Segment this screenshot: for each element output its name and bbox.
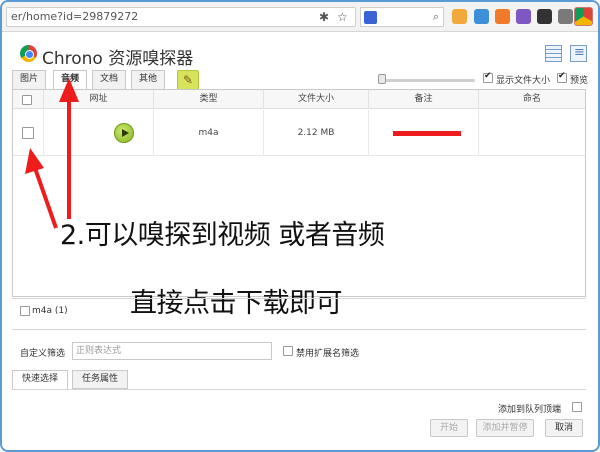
url-cell [43, 110, 153, 156]
list-view-icon[interactable] [570, 45, 587, 62]
name-cell [478, 110, 585, 156]
chrono-extension-icon[interactable] [574, 7, 593, 26]
star-icon[interactable]: ☆ [337, 8, 348, 26]
tab-quick-select[interactable]: 快速选择 [12, 370, 68, 390]
annotation-line-1: 2.可以嗅探到视频 或者音频 [60, 220, 385, 251]
thumbnail-size-slider[interactable] [380, 79, 475, 82]
disable-ext-filter-checkbox[interactable] [283, 346, 293, 356]
annotation-line-2: 直接点击下载即可 [130, 288, 343, 319]
extension-icon-4[interactable] [516, 9, 531, 24]
preview-checkbox[interactable] [557, 71, 567, 83]
cancel-button[interactable]: 取消 [545, 419, 583, 437]
resource-table: 网址 类型 文件大小 备注 命名 m4a 2.12 MB [12, 89, 586, 297]
chrono-logo-icon [20, 45, 37, 62]
grid-view-icon[interactable] [545, 45, 562, 62]
disable-ext-filter-label: 禁用扩展名筛选 [296, 349, 360, 359]
m4a-filter-label: m4a (1) [32, 306, 68, 316]
search-icon[interactable]: ⌕ [433, 10, 439, 24]
regex-placeholder: 正则表达式 [76, 346, 122, 356]
address-bar[interactable]: er/home?id=29879272 ✱ ☆ [6, 7, 356, 27]
show-file-size-label: 显示文件大小 [496, 76, 551, 86]
m4a-filter-checkbox[interactable] [20, 306, 30, 316]
app-title: Chrono 资源嗅探器 [42, 49, 194, 69]
slider-handle[interactable] [378, 74, 386, 84]
address-text: er/home?id=29879272 [11, 10, 139, 23]
table-header: 网址 类型 文件大小 备注 命名 [13, 90, 585, 109]
custom-filter-label: 自定义筛选 [20, 349, 66, 359]
search-box[interactable]: ⌕ [360, 7, 444, 27]
col-note[interactable]: 备注 [368, 90, 478, 109]
type-cell: m4a [153, 110, 263, 156]
size-cell: 2.12 MB [263, 110, 368, 156]
start-button[interactable]: 开始 [430, 419, 468, 437]
preview-label: 预览 [570, 76, 589, 86]
divider [12, 298, 586, 299]
row-checkbox[interactable] [22, 127, 34, 139]
translate-icon[interactable] [474, 9, 489, 24]
extension-icon-1[interactable] [452, 9, 467, 24]
add-pause-button[interactable]: 添加并暂停 [476, 419, 534, 437]
search-engine-icon[interactable] [364, 11, 377, 24]
redaction-mark [393, 131, 461, 136]
table-row[interactable]: m4a 2.12 MB [13, 110, 585, 156]
tab-images[interactable]: 图片 [12, 70, 46, 89]
add-to-top-label: 添加到队列顶端 [498, 405, 562, 415]
divider [12, 329, 586, 330]
puzzle-icon[interactable]: ✱ [319, 8, 329, 26]
play-icon[interactable] [114, 123, 134, 143]
col-name[interactable]: 命名 [478, 90, 585, 109]
extension-icon-6[interactable] [558, 9, 573, 24]
tab-other[interactable]: 其他 [131, 70, 165, 89]
browser-toolbar: er/home?id=29879272 ✱ ☆ ⌕ [2, 2, 598, 32]
add-to-top-checkbox[interactable] [572, 402, 582, 412]
screenshot-frame: er/home?id=29879272 ✱ ☆ ⌕ Chrono 资源嗅探器 图… [0, 0, 600, 452]
regex-filter-input[interactable]: 正则表达式 [72, 342, 272, 360]
col-type[interactable]: 类型 [153, 90, 263, 109]
pencil-icon[interactable]: ✎ [177, 70, 199, 90]
tab-documents[interactable]: 文档 [92, 70, 126, 89]
select-all-checkbox[interactable] [22, 95, 32, 105]
extension-icon-3[interactable] [495, 9, 510, 24]
col-size[interactable]: 文件大小 [263, 90, 368, 109]
tab-audio[interactable]: 音频 [53, 70, 87, 90]
show-file-size-checkbox[interactable] [483, 71, 493, 83]
extension-icon-5[interactable] [537, 9, 552, 24]
col-url[interactable]: 网址 [43, 90, 153, 109]
divider [12, 389, 586, 390]
tab-task-properties[interactable]: 任务属性 [72, 370, 128, 389]
